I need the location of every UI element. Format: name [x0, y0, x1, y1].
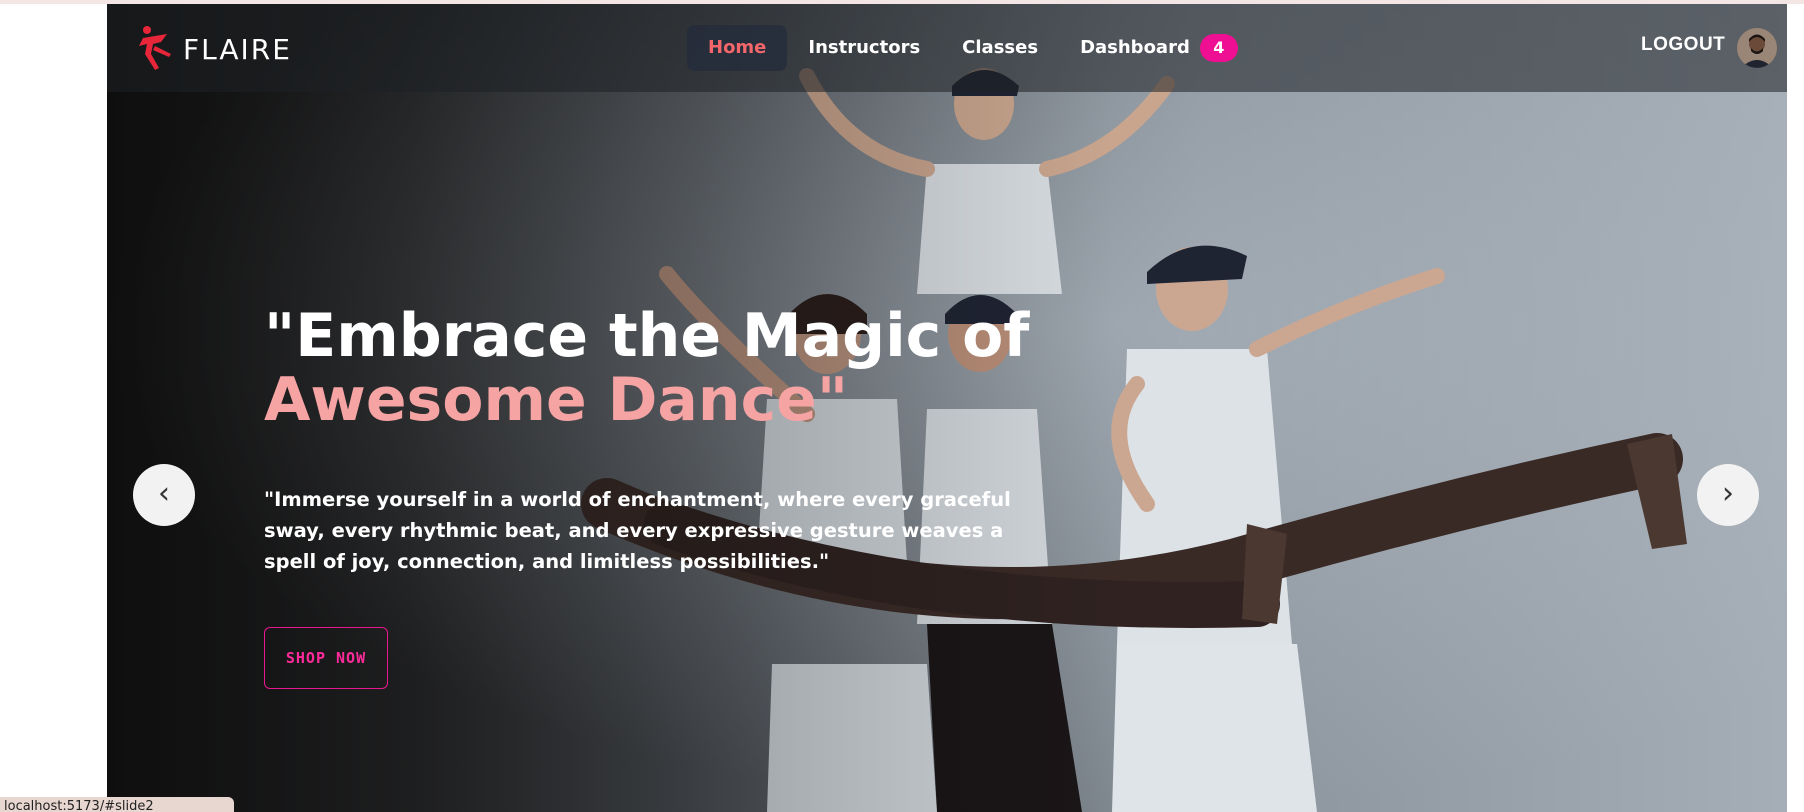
- nav-item-classes[interactable]: Classes: [941, 25, 1059, 71]
- nav-item-label: Classes: [962, 37, 1039, 58]
- nav-item-label: Dashboard: [1080, 37, 1190, 58]
- logout-button[interactable]: LOGOUT: [1641, 34, 1725, 56]
- nav-item-label: Instructors: [808, 37, 921, 58]
- nav-item-instructors[interactable]: Instructors: [787, 25, 941, 71]
- shop-now-button[interactable]: SHOP NOW: [264, 627, 388, 689]
- hero-headline-accent: Awesome Dance": [264, 365, 849, 435]
- hero-description: "Immerse yourself in a world of enchantm…: [264, 488, 1011, 573]
- hero-headline-line1: "Embrace the Magic of: [264, 301, 1030, 371]
- nav-item-home[interactable]: Home: [687, 25, 788, 71]
- brand-logo[interactable]: FLAIRE: [137, 24, 292, 74]
- chevron-left-icon: ‹: [158, 476, 170, 511]
- hero-slider: FLAIRE Home Instructors Classes Dashboar…: [107, 4, 1787, 812]
- hero-headline: "Embrace the Magic of Awesome Dance": [264, 304, 1164, 432]
- user-avatar[interactable]: [1737, 28, 1777, 68]
- nav-item-label: Home: [708, 37, 767, 58]
- dancer-logo-icon: [139, 26, 171, 70]
- next-slide-button[interactable]: ›: [1697, 464, 1759, 526]
- prev-slide-button[interactable]: ‹: [133, 464, 195, 526]
- user-avatar-image: [1737, 28, 1777, 68]
- browser-status-url: localhost:5173/#slide2: [0, 797, 234, 812]
- main-nav: Home Instructors Classes Dashboard 4: [687, 24, 1259, 72]
- top-navbar: FLAIRE Home Instructors Classes Dashboar…: [107, 4, 1787, 92]
- brand-name: FLAIRE: [183, 32, 292, 66]
- dashboard-count-badge: 4: [1199, 34, 1238, 62]
- nav-item-dashboard[interactable]: Dashboard 4: [1059, 25, 1259, 71]
- chevron-right-icon: ›: [1722, 476, 1734, 511]
